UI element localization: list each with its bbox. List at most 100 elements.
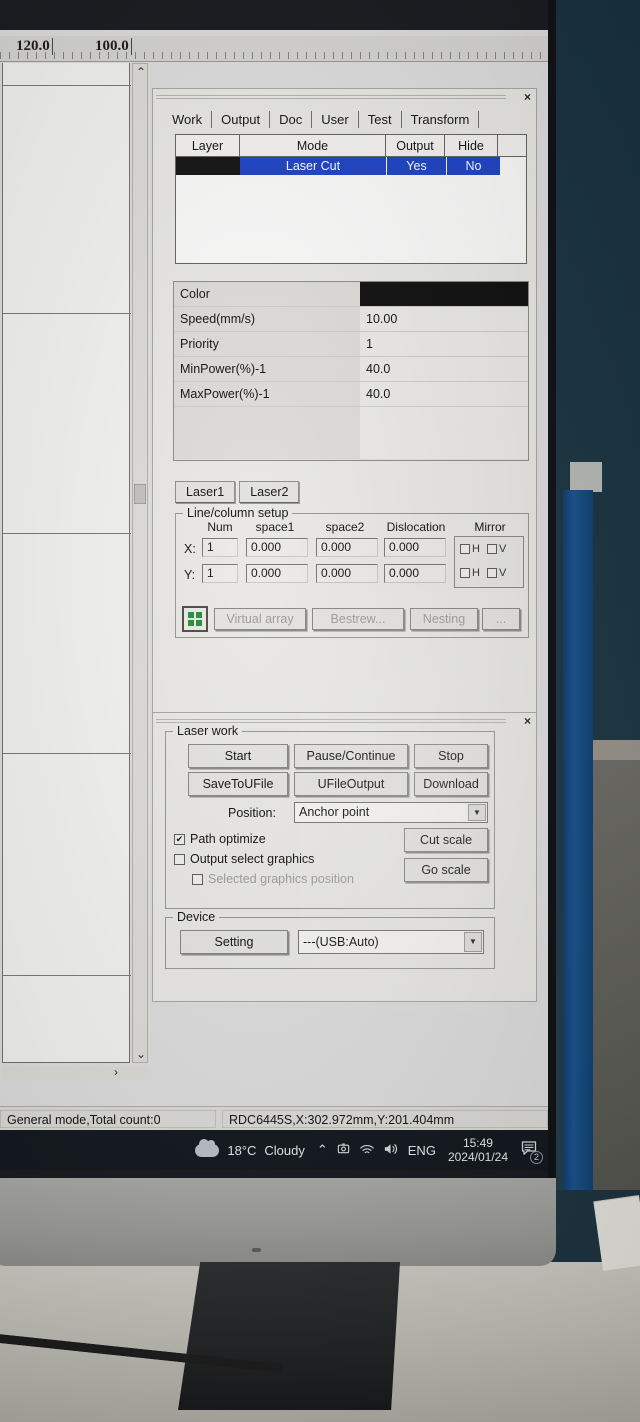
scroll-down-icon[interactable]: ⌄ [136, 1048, 146, 1060]
col-header-space2: space2 [325, 520, 365, 534]
x-space2-field[interactable]: 0.000 [316, 538, 378, 557]
weather-widget[interactable]: 18°C Cloudy [195, 1138, 305, 1158]
output-select-graphics-checkbox-row[interactable]: Output select graphics [174, 852, 314, 866]
tray-expand-chevron-icon[interactable]: ⌃ [317, 1142, 328, 1158]
param-row-priority[interactable]: Priority 1 [174, 332, 528, 357]
layer-mode-cell[interactable]: Laser Cut [240, 157, 386, 175]
device-port-select[interactable]: ---(USB:Auto) ▼ [298, 930, 484, 954]
tab-doc[interactable]: Doc [270, 110, 313, 128]
group-title-line-column: Line/column setup [183, 506, 293, 520]
layer-table[interactable]: Layer Mode Output Hide Laser Cut Yes No [175, 134, 527, 264]
design-canvas[interactable] [2, 63, 131, 1063]
nesting-button[interactable]: Nesting [410, 608, 478, 630]
pause-continue-button[interactable]: Pause/Continue [294, 744, 408, 768]
usb-device-icon[interactable] [336, 1141, 351, 1159]
tab-user[interactable]: User [312, 110, 359, 128]
param-row-minpower[interactable]: MinPower(%)-1 40.0 [174, 357, 528, 382]
windows-taskbar: 18°C Cloudy ⌃ ENG 15:49 2024/01/24 2 [0, 1130, 548, 1170]
tab-laser2[interactable]: Laser2 [239, 481, 300, 503]
param-value-speed[interactable]: 10.00 [360, 307, 528, 331]
virtual-array-button[interactable]: Virtual array [214, 608, 306, 630]
mirror-y-h-checkbox[interactable] [460, 568, 470, 579]
cloud-icon [195, 1138, 220, 1157]
layer-hide-cell[interactable]: No [447, 157, 500, 175]
notification-badge: 2 [530, 1150, 543, 1164]
y-space2-field[interactable]: 0.000 [316, 564, 378, 583]
layer-color-swatch[interactable] [176, 157, 240, 175]
col-header-space1: space1 [255, 520, 295, 534]
path-optimize-checkbox[interactable] [174, 834, 185, 846]
mirror-x-h-label: H [472, 543, 480, 555]
language-indicator[interactable]: ENG [408, 1143, 436, 1158]
panel-close-button[interactable]: × [524, 90, 531, 104]
volume-icon[interactable] [383, 1142, 400, 1159]
ufile-output-button[interactable]: UFileOutput [294, 772, 408, 796]
output-select-graphics-checkbox[interactable] [174, 854, 185, 866]
wifi-icon[interactable] [359, 1142, 375, 1159]
laser-panel-drag-grip[interactable] [156, 719, 506, 723]
param-value-maxpower[interactable]: 40.0 [360, 382, 528, 406]
panel-titlebar[interactable]: × [154, 90, 534, 104]
monitor-led-indicator [252, 1248, 261, 1252]
laser-work-group: Laser work Start Pause/Continue Stop Sav… [165, 724, 495, 909]
tab-test[interactable]: Test [359, 110, 402, 128]
clock-time: 15:49 [462, 1136, 493, 1150]
bestrew-button[interactable]: Bestrew... [312, 608, 404, 630]
mirror-x-v-checkbox[interactable] [487, 544, 498, 555]
param-value-color-swatch[interactable] [360, 282, 528, 306]
scroll-right-icon[interactable]: › [114, 1066, 118, 1078]
scroll-up-icon[interactable]: ⌃ [136, 66, 146, 78]
mirror-x-h-checkbox[interactable] [460, 544, 470, 555]
panel-drag-grip[interactable] [156, 95, 506, 99]
canvas-vertical-scrollbar[interactable]: ⌃ ⌄ [132, 63, 148, 1063]
x-num-field[interactable]: 1 [202, 538, 238, 557]
device-chevron-down-icon[interactable]: ▼ [464, 932, 482, 952]
clock-date: 2024/01/24 [447, 1150, 508, 1164]
tab-work[interactable]: Work [163, 110, 213, 128]
param-row-maxpower[interactable]: MaxPower(%)-1 40.0 [174, 382, 528, 407]
y-space1-field[interactable]: 0.000 [246, 564, 308, 583]
mirror-y-v-checkbox[interactable] [487, 568, 498, 579]
grid-2x2-icon[interactable] [182, 606, 208, 632]
group-title-device: Device [173, 910, 220, 924]
tab-output[interactable]: Output [212, 110, 271, 128]
setting-button[interactable]: Setting [180, 930, 288, 954]
tab-laser1[interactable]: Laser1 [175, 481, 236, 503]
layer-output-cell[interactable]: Yes [387, 157, 446, 175]
x-space1-field[interactable]: 0.000 [246, 538, 308, 557]
param-row-color[interactable]: Color [174, 282, 528, 307]
laser-panel-close-button[interactable]: × [524, 714, 531, 728]
param-value-minpower[interactable]: 40.0 [360, 357, 528, 381]
param-value-priority[interactable]: 1 [360, 332, 528, 356]
position-label: Position: [228, 806, 276, 820]
position-select[interactable]: Anchor point ▼ [294, 802, 488, 823]
go-scale-button[interactable]: Go scale [404, 858, 488, 882]
mirror-x-row: H V [460, 543, 506, 555]
canvas-horizontal-scrollbar[interactable]: › [2, 1066, 148, 1080]
output-select-graphics-label: Output select graphics [190, 852, 315, 866]
param-label-color: Color [174, 282, 360, 306]
save-to-ufile-button[interactable]: SaveToUFile [188, 772, 288, 796]
param-row-speed[interactable]: Speed(mm/s) 10.00 [174, 307, 528, 332]
x-dislocation-field[interactable]: 0.000 [384, 538, 446, 557]
start-button[interactable]: Start [188, 744, 288, 768]
grid-2x2-icon-glyph [188, 612, 202, 626]
stop-button[interactable]: Stop [414, 744, 488, 768]
status-bar: General mode,Total count:0 RDC6445S,X:30… [0, 1106, 548, 1130]
y-num-field[interactable]: 1 [202, 564, 238, 583]
chevron-down-icon[interactable]: ▼ [468, 804, 486, 821]
path-optimize-checkbox-row[interactable]: Path optimize [174, 832, 266, 846]
monitor-chin [0, 1178, 556, 1266]
scrollbar-thumb[interactable] [134, 484, 146, 504]
background-blue-post [563, 490, 593, 1190]
table-row[interactable]: Laser Cut Yes No [176, 157, 526, 175]
tab-transform[interactable]: Transform [402, 110, 480, 128]
more-options-button[interactable]: ... [482, 608, 520, 630]
download-button[interactable]: Download [414, 772, 488, 796]
position-select-value: Anchor point [299, 805, 370, 819]
y-dislocation-field[interactable]: 0.000 [384, 564, 446, 583]
path-optimize-label: Path optimize [190, 832, 266, 846]
clock-widget[interactable]: 15:49 2024/01/24 [448, 1136, 508, 1164]
notification-center-button[interactable]: 2 [520, 1140, 543, 1164]
cut-scale-button[interactable]: Cut scale [404, 828, 488, 852]
